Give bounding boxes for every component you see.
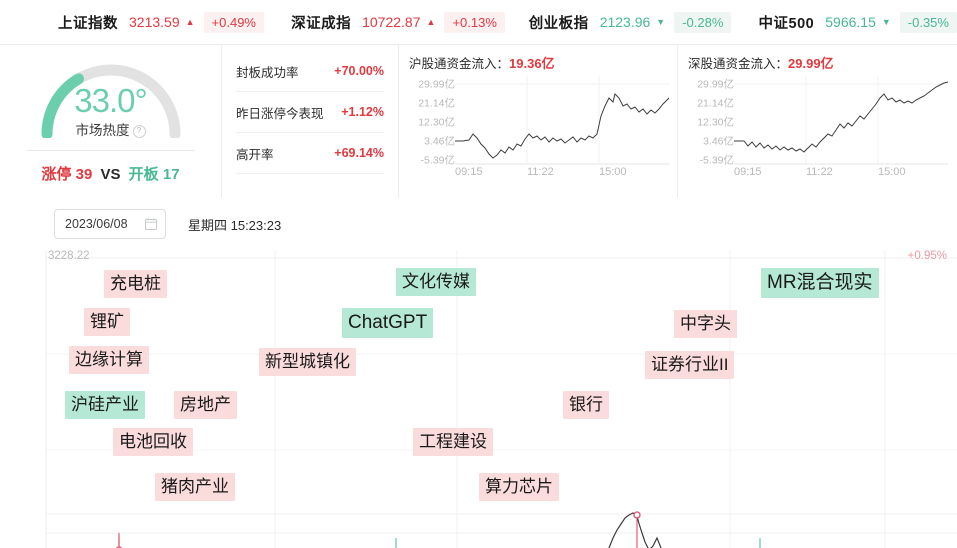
market-heat-label: 市场热度 — [75, 123, 130, 138]
divider — [26, 150, 195, 151]
index-value: 2123.96 — [599, 14, 651, 30]
shenzhen-connect-panel: 深股通资金流入：29.99亿 29.99亿 21.14亿 12.30亿 3.46… — [678, 45, 957, 198]
y-tick: 12.30亿 — [418, 116, 455, 129]
index-name: 中证500 — [758, 15, 815, 32]
index-bar: 上证指数 3213.59 ▲ +0.49% 深证成指 10722.87 ▲ +0… — [0, 0, 957, 45]
index-change: +0.49% — [203, 11, 264, 33]
stat-row: 高开率 +69.14% — [236, 133, 384, 174]
stat-label: 高开率 — [236, 147, 274, 162]
open-board-label: 开板 — [128, 166, 159, 183]
index-item-shenzhen[interactable]: 深证成指 10722.87 ▲ +0.13% — [291, 11, 505, 33]
index-name: 创业板指 — [528, 15, 589, 32]
date-value: 2023/06/08 — [65, 217, 128, 231]
index-item-chinext[interactable]: 创业板指 2123.96 ▼ -0.28% — [528, 11, 732, 33]
index-change: -0.28% — [674, 11, 732, 33]
y-axis-labels: 29.99亿 21.14亿 12.30亿 3.46亿 -5.39亿 — [409, 76, 455, 167]
index-value: 3213.59 — [129, 14, 180, 30]
flow-line-chart — [455, 76, 669, 165]
weekday-time: 星期四 15:23:23 — [188, 217, 282, 233]
sector-tag[interactable]: 银行 — [563, 391, 609, 419]
summary-panels: 33.0° 市场热度? 涨停 39 VS 开板 17 封板成功率 +70.00%… — [0, 45, 957, 199]
sector-tag[interactable]: ChatGPT — [342, 308, 434, 338]
sector-tag[interactable]: 文化传媒 — [396, 268, 476, 296]
stat-value: +70.00% — [334, 64, 384, 78]
open-board-count: 17 — [162, 166, 180, 183]
flow-title-text: 深股通资金流入： — [688, 57, 789, 71]
index-name: 深证成指 — [291, 15, 352, 32]
chart-top-value: 3228.22 — [48, 250, 90, 262]
stat-label: 昨日涨停今表现 — [236, 106, 324, 121]
sector-tag[interactable]: 猪肉产业 — [155, 473, 235, 501]
market-heat-panel: 33.0° 市场热度? 涨停 39 VS 开板 17 — [0, 45, 222, 198]
shenzhen-connect-title: 深股通资金流入：29.99亿 — [688, 53, 951, 72]
sector-tag[interactable]: MR混合现实 — [761, 268, 879, 298]
index-item-shanghai[interactable]: 上证指数 3213.59 ▲ +0.49% — [58, 11, 264, 33]
stat-label: 封板成功率 — [236, 65, 299, 80]
x-tick: 11:22 — [527, 166, 554, 178]
y-tick: 29.99亿 — [418, 78, 455, 91]
up-arrow-icon: ▲ — [185, 17, 195, 27]
index-value: 5966.15 — [825, 14, 876, 30]
sector-tag[interactable]: 工程建设 — [413, 428, 493, 456]
flow-title-text: 沪股通资金流入： — [409, 57, 510, 71]
shanghai-connect-chart: 29.99亿 21.14亿 12.30亿 3.46亿 -5.39亿 09:15 … — [409, 76, 671, 184]
date-toolbar: 2023/06/08 星期四 15:23:23 — [0, 198, 957, 250]
index-change: -0.35% — [899, 11, 957, 33]
index-item-csi500[interactable]: 中证500 5966.15 ▼ -0.35% — [758, 11, 957, 33]
y-tick: 12.30亿 — [697, 116, 734, 129]
y-tick: 3.46亿 — [703, 135, 734, 148]
market-heat-gauge: 33.0° 市场热度? — [37, 56, 185, 140]
sector-tag[interactable]: 新型城镇化 — [259, 348, 356, 376]
sector-tag[interactable]: 边缘计算 — [69, 346, 149, 374]
down-arrow-icon: ▼ — [881, 17, 891, 27]
help-icon[interactable]: ? — [132, 125, 146, 138]
shanghai-connect-panel: 沪股通资金流入：19.36亿 29.99亿 21.14亿 12.30亿 3.46… — [399, 45, 678, 198]
shenzhen-connect-chart: 29.99亿 21.14亿 12.30亿 3.46亿 -5.39亿 09:15 … — [688, 76, 950, 184]
stat-row: 昨日涨停今表现 +1.12% — [236, 92, 384, 133]
market-dashboard: 上证指数 3213.59 ▲ +0.49% 深证成指 10722.87 ▲ +0… — [0, 0, 957, 548]
y-tick: 3.46亿 — [424, 135, 455, 148]
index-value: 10722.87 — [362, 14, 421, 30]
limit-up-vs-open-board: 涨停 39 VS 开板 17 — [41, 163, 179, 184]
stat-value: +1.12% — [341, 105, 384, 119]
sector-tag[interactable]: 沪硅产业 — [65, 391, 145, 419]
y-tick: 21.14亿 — [697, 97, 734, 110]
sector-tag[interactable]: 证券行业II — [645, 351, 735, 379]
y-tick: -5.39亿 — [699, 154, 734, 167]
x-tick: 11:22 — [806, 166, 833, 178]
sector-tag[interactable]: 电池回收 — [113, 428, 193, 456]
y-tick: 21.14亿 — [418, 97, 455, 110]
y-tick: 29.99亿 — [697, 78, 734, 91]
x-tick: 15:00 — [878, 166, 906, 178]
shanghai-connect-title: 沪股通资金流入：19.36亿 — [409, 53, 671, 72]
sector-tag[interactable]: 锂矿 — [84, 308, 130, 336]
vs-label: VS — [100, 166, 121, 183]
limit-up-count: 39 — [75, 166, 93, 183]
limit-up-label: 涨停 — [41, 166, 72, 183]
y-axis-labels: 29.99亿 21.14亿 12.30亿 3.46亿 -5.39亿 — [688, 76, 734, 167]
index-name: 上证指数 — [58, 15, 118, 32]
flow-amount: 19.36亿 — [509, 56, 555, 71]
flow-amount: 29.99亿 — [788, 56, 834, 71]
sector-tag[interactable]: 中字头 — [674, 310, 737, 338]
y-tick: -5.39亿 — [420, 154, 455, 167]
chart-change-percent: +0.95% — [907, 250, 947, 262]
sector-tag[interactable]: 充电桩 — [104, 270, 167, 298]
market-heat-caption: 市场热度? — [37, 119, 185, 139]
stats-panel: 封板成功率 +70.00% 昨日涨停今表现 +1.12% 高开率 +69.14% — [222, 45, 399, 198]
stat-row: 封板成功率 +70.00% — [236, 51, 384, 92]
flow-line-chart — [734, 76, 948, 165]
stat-value: +69.14% — [334, 146, 384, 160]
x-tick: 09:15 — [455, 166, 483, 178]
x-tick: 15:00 — [599, 166, 627, 178]
market-heat-value: 33.0° — [74, 82, 147, 119]
x-tick: 09:15 — [734, 166, 762, 178]
calendar-icon[interactable] — [145, 218, 157, 230]
down-arrow-icon: ▼ — [656, 17, 666, 27]
date-picker[interactable]: 2023/06/08 — [54, 209, 166, 239]
index-change: +0.13% — [444, 11, 505, 33]
up-arrow-icon: ▲ — [426, 17, 436, 27]
sector-tag[interactable]: 算力芯片 — [479, 473, 559, 501]
sector-tag[interactable]: 房地产 — [174, 391, 237, 419]
